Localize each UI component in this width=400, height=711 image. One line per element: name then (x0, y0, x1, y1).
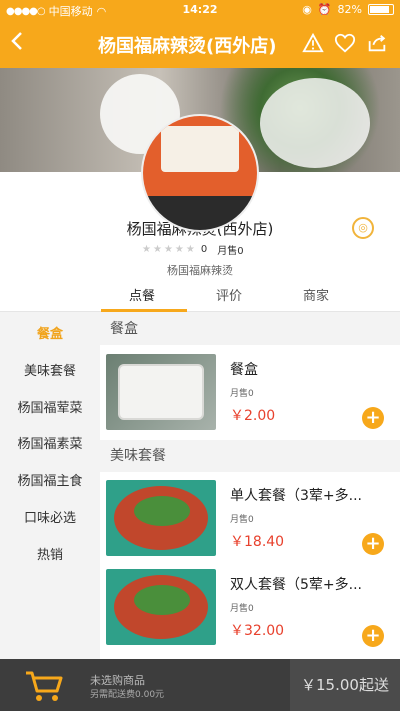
sidebar-item-hot[interactable]: 热销 (0, 544, 100, 563)
tab-merchant[interactable]: 商家 (303, 285, 329, 304)
star-icon: ★ (152, 244, 162, 255)
box-shape (118, 364, 204, 420)
cart-status: 未选购商品 (90, 674, 145, 687)
lock-rotation-icon: ◉ (302, 3, 312, 16)
cart-bar: 未选购商品 另需配送费0.00元 ￥15.00起送 (0, 659, 400, 711)
sidebar-item-staple[interactable]: 杨国福主食 (0, 470, 100, 489)
category-sidebar: 餐盒 美味套餐 杨国福荤菜 杨国福素菜 杨国福主食 口味必选 热销 (0, 313, 100, 659)
plate-veg-shape (134, 496, 190, 526)
active-tab-indicator (101, 309, 187, 312)
shop-logo (143, 116, 257, 230)
item-price: ￥2.00 (230, 408, 276, 424)
item-name: 双人套餐（5荤+多... (230, 577, 362, 593)
nav-actions (302, 32, 388, 54)
status-right: ◉ ⏰ 82% (302, 3, 394, 16)
item-sales: 月售0 (230, 389, 254, 399)
chevron-left-icon (11, 32, 22, 50)
section-header-boxes: 餐盒 (100, 313, 400, 345)
logo-mark (161, 126, 239, 172)
sidebar-item-boxes[interactable]: 餐盒 (0, 323, 100, 342)
star-icon: ★ (174, 244, 184, 255)
star-icon: ★ (142, 244, 151, 255)
sidebar-item-set-meals[interactable]: 美味套餐 (0, 360, 100, 379)
checkout-button[interactable]: ￥15.00起送 (290, 659, 400, 711)
star-icon: ★ (185, 244, 195, 255)
star-icon: ★ (163, 244, 173, 255)
item-name: 餐盒 (230, 362, 258, 378)
shop-rating: ★ ★ ★ ★ ★ 0 月售0 (142, 242, 244, 257)
logo-bottom (143, 196, 257, 230)
shopping-cart-icon[interactable] (24, 669, 64, 703)
shop-tabs: 点餐 评价 商家 (0, 280, 400, 312)
item-price: ￥32.00 (230, 623, 285, 639)
item-sales: 月售0 (230, 515, 254, 525)
page-title: 杨国福麻辣烫(西外店) (98, 36, 277, 57)
menu-list: 餐盒 餐盒 月售0 ￥2.00 + 美味套餐 单人套餐（3荤+多... 月售0 … (100, 313, 400, 659)
share-icon[interactable] (366, 32, 388, 54)
monthly-sales: 月售0 (217, 246, 244, 257)
nav-bar: 杨国福麻辣烫(西外店) (0, 22, 400, 66)
item-sales: 月售0 (230, 604, 254, 614)
add-to-cart-button[interactable]: + (362, 407, 384, 429)
add-to-cart-button[interactable]: + (362, 625, 384, 647)
favorite-heart-icon[interactable] (334, 32, 356, 54)
item-image-double-set[interactable] (106, 569, 216, 645)
plate-veg-shape (134, 585, 190, 615)
item-image-box[interactable] (106, 354, 216, 430)
back-button[interactable] (10, 30, 34, 58)
section-header-set-meals: 美味套餐 (100, 440, 400, 472)
add-to-cart-button[interactable]: + (362, 533, 384, 555)
item-price: ￥18.40 (230, 534, 285, 550)
tab-reviews[interactable]: 评价 (216, 285, 242, 304)
status-bar: ●●●●○ 中国移动 ◠ 14:22 ◉ ⏰ 82% (0, 0, 400, 20)
shop-subtitle: 杨国福麻辣烫 (167, 264, 233, 277)
item-image-single-set[interactable] (106, 480, 216, 556)
delivery-fee: 另需配送费0.00元 (90, 690, 165, 700)
sidebar-item-veg[interactable]: 杨国福素菜 (0, 433, 100, 452)
item-name: 单人套餐（3荤+多... (230, 488, 362, 504)
tab-order[interactable]: 点餐 (129, 285, 155, 304)
battery-icon (368, 4, 394, 15)
alarm-icon: ⏰ (317, 3, 332, 16)
battery-percent: 82% (337, 3, 362, 16)
sidebar-item-meat[interactable]: 杨国福荤菜 (0, 397, 100, 416)
top-bar: ●●●●○ 中国移动 ◠ 14:22 ◉ ⏰ 82% 杨国福麻辣烫(西外店) (0, 0, 400, 68)
warning-icon[interactable] (302, 32, 324, 54)
rating-value: 0 (200, 244, 208, 255)
banner-cup-shape (260, 78, 370, 168)
sidebar-item-flavor[interactable]: 口味必选 (0, 507, 100, 526)
